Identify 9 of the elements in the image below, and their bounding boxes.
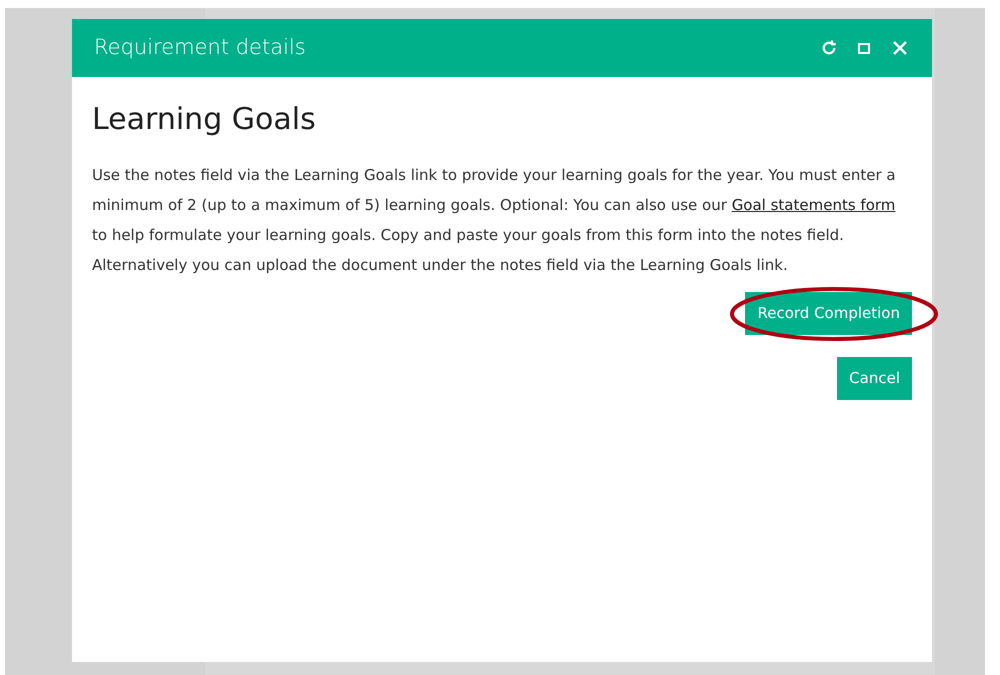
dialog-button[interactable]: Record Completion [745,292,912,335]
goal-statements-link[interactable]: Goal statements form [732,196,896,214]
maximize-icon[interactable] [858,42,870,54]
dialog-title: Requirement details [94,34,307,62]
dialog-button[interactable]: Cancel [837,357,912,400]
dialog-heading: Learning Goals [92,101,317,139]
refresh-icon[interactable] [820,39,838,57]
close-icon[interactable] [892,40,908,56]
description-text: Use the notes field via the Learning Goals link to provide your learning goals for the year. You must enter a minimum of 2 (up to a maximum of 5) learning goals. Optional: You can also use our Goal statements form to help formulate your learning goals. Copy and paste your goals from this form into the notes field. Alternatively you can upload the document under the notes field via the Learning Goals link. [92,165,897,276]
